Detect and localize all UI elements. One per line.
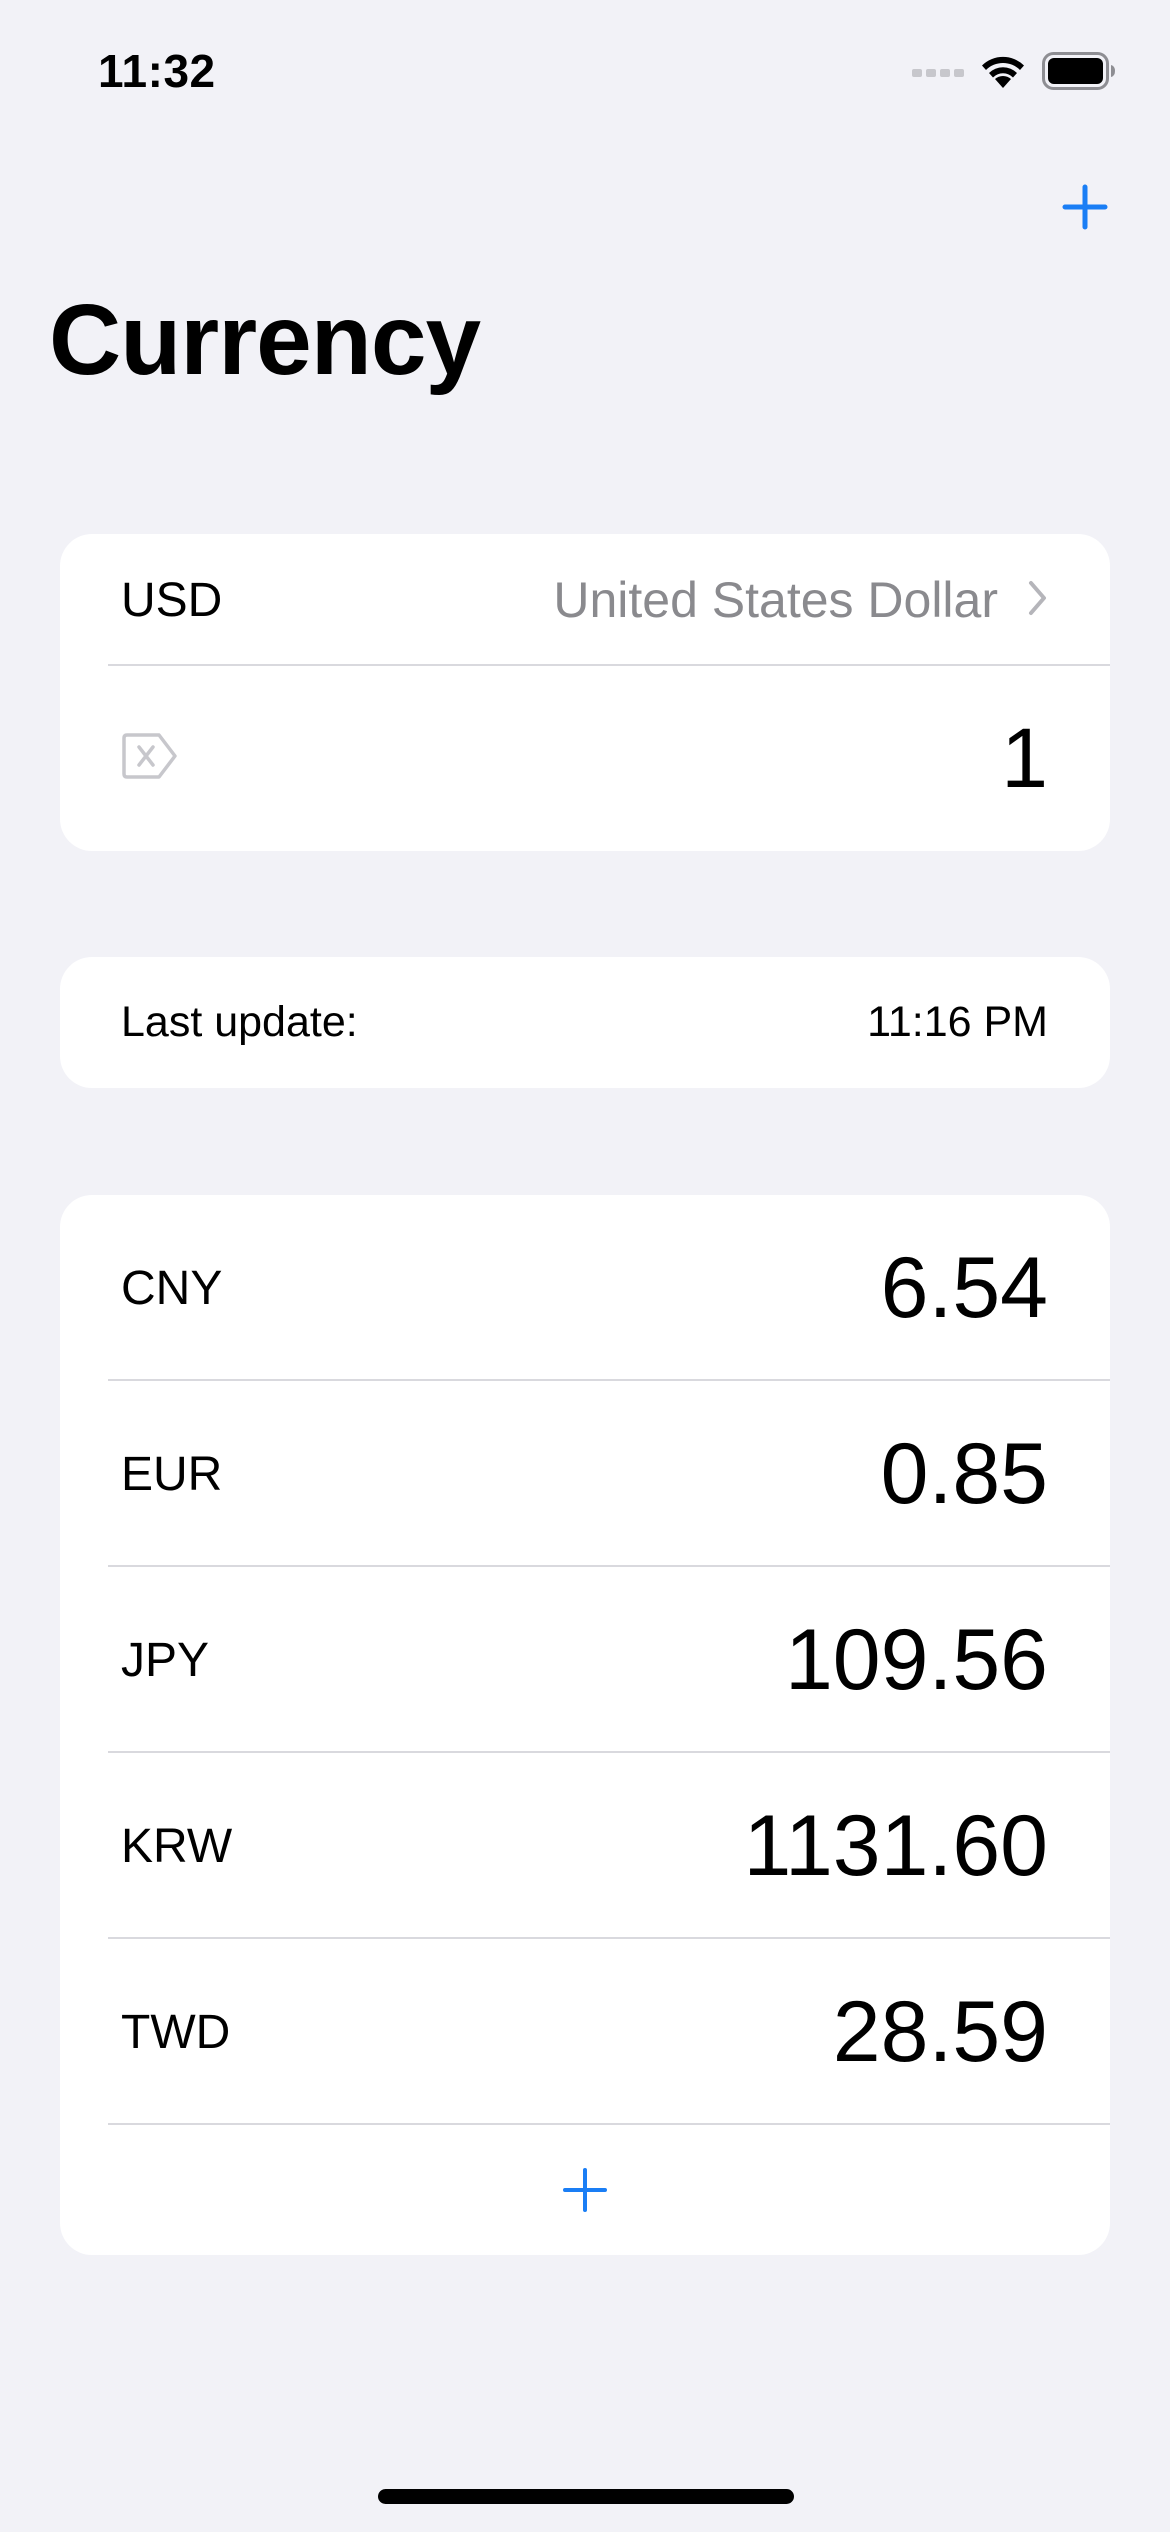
- rate-row-eur[interactable]: EUR 0.85: [60, 1381, 1110, 1567]
- status-time: 11:32: [98, 45, 216, 97]
- base-currency-row[interactable]: USD United States Dollar: [60, 534, 1110, 666]
- base-currency-card: USD United States Dollar 1: [60, 534, 1110, 851]
- rate-value: 6.54: [880, 1239, 1048, 1336]
- rate-row-krw[interactable]: KRW 1131.60: [60, 1753, 1110, 1939]
- rate-value: 109.56: [784, 1611, 1048, 1708]
- base-currency-name: United States Dollar: [553, 572, 998, 628]
- rate-value: 1131.60: [743, 1797, 1049, 1894]
- cellular-signal-icon: [912, 63, 964, 84]
- plus-icon: [1062, 184, 1108, 230]
- last-update-row: Last update: 11:16 PM: [60, 957, 1110, 1088]
- page-title: Currency: [49, 284, 481, 396]
- add-currency-button[interactable]: [60, 2125, 1110, 2255]
- last-update-label: Last update:: [121, 998, 358, 1046]
- clear-tag-icon[interactable]: [121, 731, 179, 786]
- amount-input[interactable]: 1: [1001, 710, 1048, 807]
- plus-icon: [563, 2168, 607, 2212]
- amount-row: 1: [60, 666, 1110, 851]
- battery-icon: [1042, 52, 1116, 95]
- rate-row-jpy[interactable]: JPY 109.56: [60, 1567, 1110, 1753]
- wifi-icon: [978, 52, 1028, 95]
- last-update-time: 11:16 PM: [867, 998, 1048, 1046]
- divider: [108, 2123, 1110, 2125]
- rate-row-twd[interactable]: TWD 28.59: [60, 1939, 1110, 2125]
- rate-value: 28.59: [832, 1983, 1048, 2080]
- home-indicator: [378, 2489, 794, 2504]
- rate-code: KRW: [121, 1819, 233, 1873]
- status-icons: [912, 52, 1116, 95]
- add-button[interactable]: [1054, 176, 1116, 238]
- rate-code: EUR: [121, 1447, 223, 1501]
- base-currency-code: USD: [121, 573, 223, 627]
- rate-code: JPY: [121, 1633, 210, 1687]
- rates-card: CNY 6.54 EUR 0.85 JPY 109.56 KRW 1131.60…: [60, 1195, 1110, 2255]
- rate-code: CNY: [121, 1261, 223, 1315]
- rate-value: 0.85: [880, 1425, 1048, 1522]
- last-update-card: Last update: 11:16 PM: [60, 957, 1110, 1088]
- chevron-right-icon: [1028, 580, 1048, 621]
- rate-row-cny[interactable]: CNY 6.54: [60, 1195, 1110, 1381]
- status-bar: 11:32: [0, 0, 1170, 150]
- rate-code: TWD: [121, 2005, 231, 2059]
